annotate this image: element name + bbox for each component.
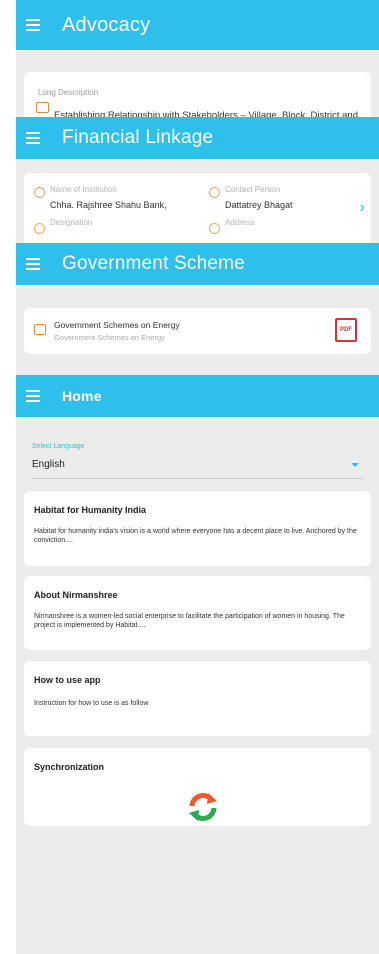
address-icon	[209, 223, 220, 234]
card-title: About Nirmanshree	[34, 590, 118, 600]
long-description-label: Long Description	[38, 88, 99, 97]
scheme-card[interactable]: Government Schemes on Energy Government …	[24, 308, 371, 354]
phone-icon	[209, 187, 220, 198]
select-underline	[32, 478, 363, 479]
dropdown-caret-icon[interactable]	[351, 463, 359, 467]
menu-icon[interactable]	[26, 390, 40, 402]
sync-icon[interactable]	[187, 791, 219, 823]
card-body: Habitat for humanity india's vision is a…	[34, 528, 357, 544]
habitat-card[interactable]: Habitat for Humanity India Habitat for h…	[24, 491, 371, 566]
synchronization-card[interactable]: Synchronization	[24, 748, 371, 826]
pdf-icon[interactable]: PDF	[335, 318, 357, 342]
card-title: Synchronization	[34, 762, 105, 772]
app-bar: Advocacy	[16, 0, 379, 50]
menu-icon[interactable]	[26, 132, 40, 144]
card-body: Instruction for how to use is as follow	[34, 700, 149, 707]
menu-icon[interactable]	[26, 258, 40, 270]
institution-label: Name of Institution	[50, 185, 117, 194]
designation-label: Designation	[50, 218, 93, 227]
app-bar: Financial Linkage	[16, 117, 379, 159]
chevron-right-icon[interactable]: ›	[360, 199, 365, 217]
app-bar: Home	[16, 375, 379, 417]
language-value[interactable]: English	[32, 459, 65, 470]
nirmanshree-card[interactable]: About Nirmanshree Nirmanshree is a women…	[24, 576, 371, 650]
government-scheme-screen: Government Scheme Government Schemes on …	[16, 243, 379, 380]
card-title: Habitat for Humanity India	[34, 505, 147, 515]
menu-icon[interactable]	[26, 19, 40, 31]
scheme-title: Government Schemes on Energy	[54, 320, 180, 330]
app-bar: Government Scheme	[16, 243, 379, 285]
language-label: Select Language	[32, 443, 85, 450]
page-title: Financial Linkage	[62, 127, 214, 148]
document-icon	[36, 102, 49, 113]
address-label: Address	[225, 218, 255, 227]
how-to-use-card[interactable]: How to use app Instruction for how to us…	[24, 661, 371, 736]
contact-label: Contact Person	[225, 185, 281, 194]
designation-icon	[34, 223, 45, 234]
institution-card[interactable]: Name of Institution Chha. Rajshree Shahu…	[24, 173, 371, 245]
scheme-subtitle: Government Schemes on Energy	[54, 333, 165, 342]
page-title: Home	[62, 388, 102, 404]
page-title: Advocacy	[62, 13, 151, 36]
contact-value: Dattatrey Bhagat	[225, 200, 293, 210]
home-screen: Home Select Language English Habitat for…	[16, 375, 379, 954]
card-title: How to use app	[34, 675, 101, 685]
institution-value: Chha. Rajshree Shahu Bank,	[50, 200, 167, 210]
page-title: Government Scheme	[62, 253, 245, 274]
card-body: Nirmanshree is a women-led social enterp…	[34, 613, 345, 629]
bank-icon	[34, 187, 45, 198]
financial-linkage-screen: Financial Linkage Name of Institution Ch…	[16, 117, 379, 259]
document-icon	[34, 324, 46, 335]
